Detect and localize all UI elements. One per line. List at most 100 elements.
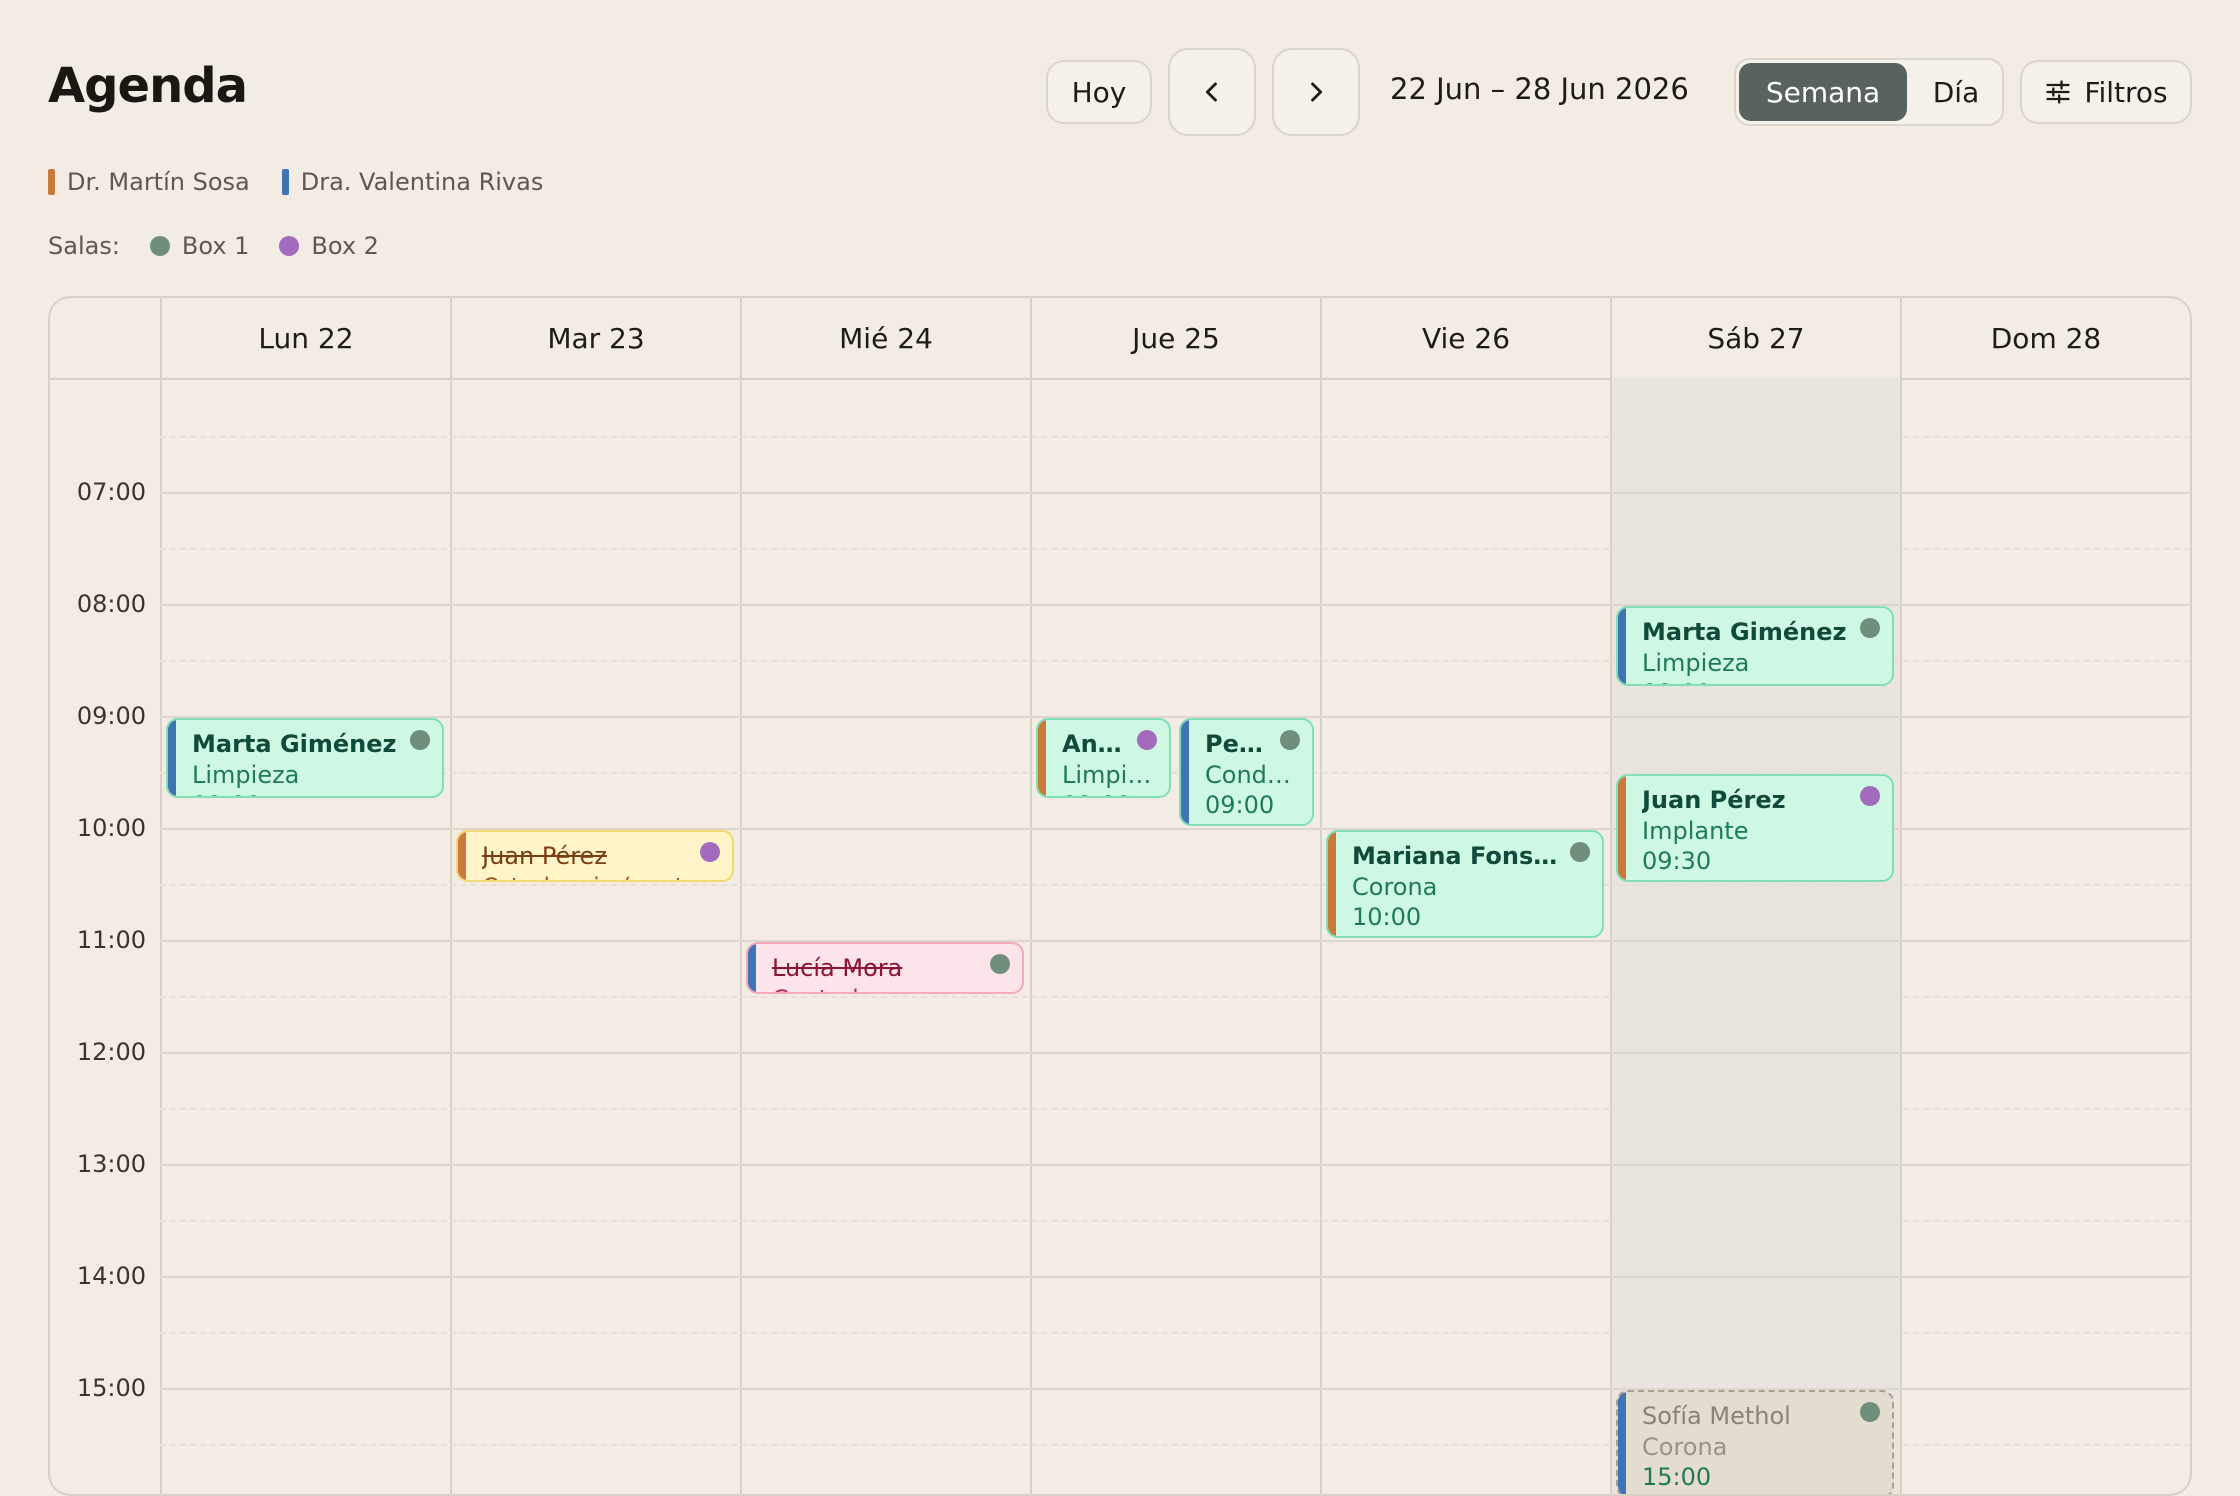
treatment-type: Conducto bbox=[1205, 761, 1298, 789]
patient-name: Marta Giménez bbox=[1642, 618, 1847, 646]
doctor-legend-item[interactable]: Dr. Martín Sosa bbox=[48, 168, 250, 196]
view-switcher: Semana Día bbox=[1734, 58, 2004, 126]
filters-label: Filtros bbox=[2084, 75, 2168, 109]
room-indicator-dot bbox=[700, 842, 720, 862]
day-column[interactable] bbox=[1900, 378, 2190, 1494]
appointment-card[interactable]: PedroConducto09:00 bbox=[1179, 718, 1314, 826]
half-hour-line bbox=[160, 884, 2190, 886]
doctor-legend: Dr. Martín Sosa Dra. Valentina Rivas bbox=[48, 168, 543, 196]
hour-label: 12:00 bbox=[76, 1038, 146, 1066]
view-day-button[interactable]: Día bbox=[1910, 60, 2002, 124]
doctor-color-marker bbox=[1181, 720, 1189, 824]
hour-line bbox=[160, 940, 2190, 942]
half-hour-line bbox=[160, 1332, 2190, 1334]
appointment-time: 15:00 bbox=[1642, 1463, 1712, 1491]
doctor-name: Dr. Martín Sosa bbox=[67, 168, 250, 196]
day-header[interactable]: Sáb 27 bbox=[1610, 298, 1900, 378]
room-color-dot bbox=[279, 236, 300, 256]
chevron-right-icon bbox=[1311, 82, 1323, 102]
sliders-icon bbox=[2046, 80, 2071, 104]
today-button[interactable]: Hoy bbox=[1046, 60, 1152, 124]
patient-name: Lucía Mora bbox=[772, 954, 903, 982]
appointment-time: 08:00 bbox=[1642, 678, 1878, 684]
room-indicator-dot bbox=[1137, 730, 1157, 750]
room-name: Box 1 bbox=[181, 232, 250, 260]
treatment-type: Control bbox=[772, 984, 1008, 992]
room-indicator-dot bbox=[410, 730, 430, 750]
day-column[interactable] bbox=[160, 378, 450, 1494]
room-indicator-dot bbox=[1860, 618, 1880, 638]
appointment-card[interactable]: Juan PérezOrtodoncia (control)10:00 bbox=[456, 830, 734, 882]
hour-label: 15:00 bbox=[76, 1374, 146, 1402]
doctor-color-marker bbox=[1618, 776, 1626, 880]
day-column[interactable] bbox=[1030, 378, 1320, 1494]
chevron-left-icon bbox=[1205, 82, 1217, 102]
treatment-type: Corona bbox=[1642, 1433, 1728, 1461]
appointment-card[interactable]: Marta Giménez Limpieza08:00 bbox=[1616, 606, 1894, 686]
hour-label: 09:00 bbox=[76, 702, 146, 730]
doctor-color-marker bbox=[168, 720, 176, 796]
filters-button[interactable]: Filtros bbox=[2020, 60, 2192, 124]
hour-label: 08:00 bbox=[76, 590, 146, 618]
doctor-color-marker bbox=[1618, 608, 1626, 684]
patient-name: Juan Pérez bbox=[482, 842, 607, 870]
room-indicator-dot bbox=[1570, 842, 1590, 862]
treatment-type: Corona bbox=[1352, 873, 1438, 901]
day-column[interactable] bbox=[1610, 378, 1900, 1494]
view-week-button[interactable]: Semana bbox=[1739, 63, 1907, 121]
doctor-legend-item[interactable]: Dra. Valentina Rivas bbox=[281, 168, 544, 196]
hour-label: 14:00 bbox=[76, 1262, 146, 1290]
day-header[interactable]: Mié 24 bbox=[740, 298, 1030, 378]
treatment-type: Limpieza bbox=[1642, 649, 1750, 677]
patient-name: Marta Giménez bbox=[192, 730, 397, 758]
doctor-color-marker bbox=[48, 169, 55, 195]
appointment-card[interactable]: Juan Pérez Implante 09:30 bbox=[1616, 774, 1894, 882]
hour-label: 11:00 bbox=[76, 926, 146, 954]
treatment-type: Limpieza bbox=[192, 761, 300, 789]
treatment-type: Ortodoncia (control) bbox=[482, 872, 718, 880]
date-range-label: 22 Jun – 28 Jun 2026 bbox=[1390, 72, 1689, 106]
half-hour-line bbox=[160, 1220, 2190, 1222]
appointment-card[interactable]: Marta Giménez Limpieza09:00 bbox=[166, 718, 444, 798]
day-header[interactable]: Vie 26 bbox=[1320, 298, 1610, 378]
day-header[interactable]: Lun 22 bbox=[160, 298, 450, 378]
hour-line bbox=[160, 1164, 2190, 1166]
next-week-button[interactable] bbox=[1272, 48, 1360, 136]
half-hour-line bbox=[160, 1108, 2190, 1110]
room-name: Box 2 bbox=[311, 232, 379, 260]
room-legend-item[interactable]: Box 2 bbox=[279, 232, 379, 260]
day-column[interactable] bbox=[740, 378, 1030, 1494]
day-header[interactable]: Jue 25 bbox=[1030, 298, 1320, 378]
doctor-color-marker bbox=[1328, 832, 1336, 936]
appointment-card[interactable]: Mariana Fonseca Corona 10:00 bbox=[1326, 830, 1604, 938]
room-indicator-dot bbox=[1860, 1402, 1880, 1422]
previous-week-button[interactable] bbox=[1168, 48, 1256, 136]
rooms-label: Salas: bbox=[48, 232, 120, 260]
week-calendar-grid: Lun 22 Mar 23 Mié 24 Jue 25 Vie 26 Sáb 27 Dom … bbox=[48, 296, 2192, 1496]
doctor-color-marker bbox=[1038, 720, 1046, 796]
doctor-color-marker bbox=[458, 832, 466, 880]
doctor-name: Dra. Valentina Rivas bbox=[300, 168, 544, 196]
doctor-color-marker bbox=[1618, 1392, 1626, 1494]
day-column[interactable] bbox=[450, 378, 740, 1494]
hour-line bbox=[160, 1052, 2190, 1054]
hour-label: 13:00 bbox=[76, 1150, 146, 1178]
appointment-time: 09:00 bbox=[1062, 790, 1155, 796]
room-indicator-dot bbox=[1280, 730, 1300, 750]
day-header[interactable]: Dom 28 bbox=[1900, 298, 2190, 378]
doctor-color-marker bbox=[748, 944, 756, 992]
appointment-time: 09:00 bbox=[192, 790, 428, 796]
day-header[interactable]: Mar 23 bbox=[450, 298, 740, 378]
hour-label: 10:00 bbox=[76, 814, 146, 842]
appointment-card[interactable]: Lucía MoraControl11:00 bbox=[746, 942, 1024, 994]
hour-line bbox=[160, 492, 2190, 494]
appointment-time: 09:30 bbox=[1642, 847, 1712, 875]
half-hour-line bbox=[160, 436, 2190, 438]
hour-line bbox=[160, 1276, 2190, 1278]
appointment-card[interactable]: Ana DíazLimpieza09:00 bbox=[1036, 718, 1171, 798]
room-legend-item[interactable]: Box 1 bbox=[149, 232, 250, 260]
appointment-time: 09:00 bbox=[1205, 791, 1275, 819]
hour-line bbox=[160, 716, 2190, 718]
appointment-card[interactable]: Sofía Methol Corona 15:00 bbox=[1616, 1390, 1894, 1494]
appointment-time: 10:00 bbox=[1352, 903, 1422, 931]
